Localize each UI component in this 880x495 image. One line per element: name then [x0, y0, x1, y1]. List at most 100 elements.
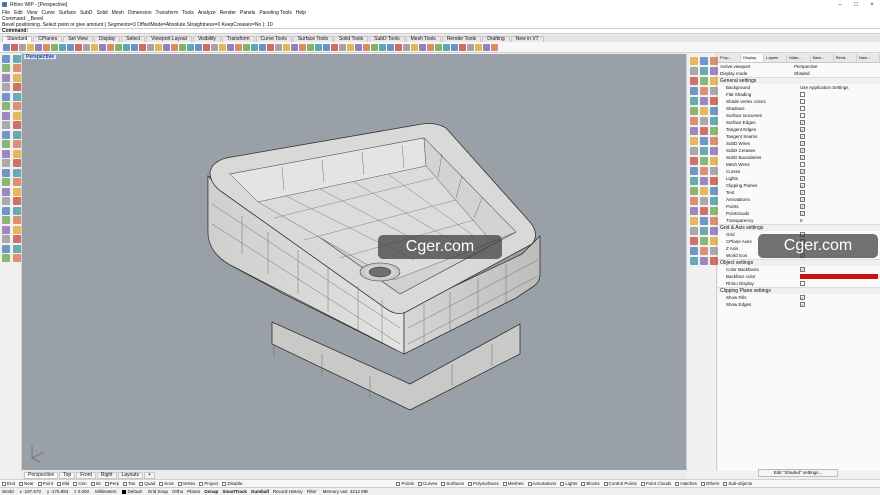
tool-icon[interactable] — [12, 83, 21, 91]
toolbar-tool-icon[interactable] — [107, 43, 114, 51]
toggle-grid-snap[interactable]: Grid Snap — [148, 489, 168, 494]
tool-icon[interactable] — [689, 66, 698, 75]
viewport-tab-layouts[interactable]: Layouts — [117, 471, 144, 479]
tool-icon[interactable] — [12, 130, 21, 139]
toggle-smarttrack[interactable]: SmartTrack — [222, 489, 247, 494]
menu-transform[interactable]: Transform — [156, 10, 179, 16]
menu-curve[interactable]: Curve — [41, 10, 54, 16]
tool-icon[interactable] — [1, 187, 10, 196]
tool-icon[interactable] — [699, 106, 708, 115]
menu-help[interactable]: Help — [296, 10, 306, 16]
tool-icon[interactable] — [689, 166, 698, 175]
int-checkbox[interactable] — [90, 481, 95, 486]
knot-checkbox[interactable] — [159, 481, 164, 486]
toolbar-tool-icon[interactable] — [155, 43, 162, 51]
toolbar-tool-icon[interactable] — [83, 43, 90, 51]
tool-icon[interactable] — [689, 256, 698, 265]
clipping-planes-checkbox[interactable]: ✓ — [800, 183, 805, 188]
toolbar-tool-icon[interactable] — [259, 43, 266, 51]
toolbar-tool-icon[interactable] — [451, 43, 458, 51]
toggle-planar[interactable]: Planar — [187, 489, 200, 494]
surfaces-checkbox[interactable] — [441, 481, 446, 486]
end-checkbox[interactable] — [2, 481, 6, 486]
toolbar-tool-icon[interactable] — [291, 43, 298, 51]
maximize-icon[interactable]: □ — [848, 2, 864, 8]
tool-icon[interactable] — [1, 168, 10, 177]
toolbar-tool-icon[interactable] — [27, 43, 34, 51]
tool-icon[interactable] — [709, 86, 718, 95]
tool-icon[interactable] — [689, 176, 698, 185]
tool-icon[interactable] — [709, 176, 718, 185]
menu-paneling-tools[interactable]: Paneling Tools — [259, 10, 291, 16]
toolbar-tool-icon[interactable] — [395, 43, 402, 51]
toolbar-tool-icon[interactable] — [59, 43, 66, 51]
tool-icon[interactable] — [689, 106, 698, 115]
tool-icon[interactable] — [699, 76, 708, 85]
tool-icon[interactable] — [699, 156, 708, 165]
tool-icon[interactable] — [709, 126, 718, 135]
osnap-vertex[interactable]: Vertex — [177, 481, 195, 486]
toolbar-tool-icon[interactable] — [331, 43, 338, 51]
tool-icon[interactable] — [1, 64, 10, 72]
tool-icon[interactable] — [12, 254, 21, 262]
show-edges-checkbox[interactable]: ✓ — [800, 302, 805, 307]
toolbar-tool-icon[interactable] — [179, 43, 186, 51]
tool-icon[interactable] — [12, 92, 21, 101]
polysurfaces-checkbox[interactable] — [468, 481, 472, 486]
toolbar-tool-icon[interactable] — [323, 43, 330, 51]
osnap-project[interactable]: Project — [199, 481, 218, 486]
perp-checkbox[interactable] — [104, 481, 109, 486]
tool-icon[interactable] — [699, 126, 708, 135]
surface-edges-checkbox[interactable]: ✓ — [800, 120, 805, 125]
tool-icon[interactable] — [1, 159, 10, 167]
viewport-tab-perspective[interactable]: Perspective — [24, 471, 59, 479]
toolbar-tool-icon[interactable] — [467, 43, 474, 51]
toolbar-tool-icon[interactable] — [299, 43, 306, 51]
osnap-perp[interactable]: Perp — [104, 481, 119, 486]
toolbar-tool-icon[interactable] — [75, 43, 82, 51]
toolbar-tool-icon[interactable] — [243, 43, 250, 51]
hatches-checkbox[interactable] — [675, 481, 680, 486]
flat-shading-checkbox[interactable] — [800, 92, 805, 97]
panel-tab-nam[interactable]: Nam... — [811, 54, 834, 62]
tool-icon[interactable] — [699, 186, 708, 195]
sub-objects-checkbox[interactable] — [723, 481, 728, 486]
surface-isocurves-checkbox[interactable] — [800, 113, 805, 118]
filter-points[interactable]: Points — [396, 481, 414, 486]
tool-icon[interactable] — [709, 96, 718, 105]
tool-icon[interactable] — [689, 136, 698, 145]
tool-icon[interactable] — [709, 56, 718, 65]
color-backfaces-checkbox[interactable]: ✓ — [800, 267, 805, 272]
tool-icon[interactable] — [689, 226, 698, 235]
toolbar-tool-icon[interactable] — [211, 43, 218, 51]
viewport-tab-top[interactable]: Top — [59, 471, 76, 479]
toolbar-tool-icon[interactable] — [315, 43, 322, 51]
toolbar-tool-icon[interactable] — [459, 43, 466, 51]
toolbar-tool-icon[interactable] — [187, 43, 194, 51]
toolbar-tool-icon[interactable] — [419, 43, 426, 51]
toolbar-tool-icon[interactable] — [283, 43, 290, 51]
tool-icon[interactable] — [12, 64, 21, 72]
tool-icon[interactable] — [689, 216, 698, 225]
tool-icon[interactable] — [12, 102, 21, 110]
tool-icon[interactable] — [699, 196, 708, 205]
tool-icon[interactable] — [699, 146, 708, 155]
toolbar-tool-icon[interactable] — [435, 43, 442, 51]
mesh-wires-checkbox[interactable] — [800, 162, 805, 167]
panel-tab-layers[interactable]: Layers — [764, 54, 788, 62]
tool-icon[interactable] — [12, 54, 21, 63]
tool-icon[interactable] — [709, 216, 718, 225]
filter-meshes[interactable]: Meshes — [502, 481, 524, 486]
menu-solid[interactable]: Solid — [97, 10, 108, 16]
viewport-tab-right[interactable]: Right — [96, 471, 117, 479]
tool-icon[interactable] — [709, 106, 718, 115]
filter-polysurfaces[interactable]: Polysurfaces — [468, 481, 499, 486]
viewport-tab-add[interactable]: + — [144, 471, 155, 479]
tool-icon[interactable] — [12, 235, 21, 243]
tool-icon[interactable] — [1, 54, 10, 63]
point-clouds-checkbox[interactable] — [640, 481, 645, 486]
toolbar-tool-icon[interactable] — [235, 43, 242, 51]
osnap-point[interactable]: Point — [37, 481, 53, 486]
tool-icon[interactable] — [709, 136, 718, 145]
command-line[interactable]: Command: — [0, 28, 880, 34]
